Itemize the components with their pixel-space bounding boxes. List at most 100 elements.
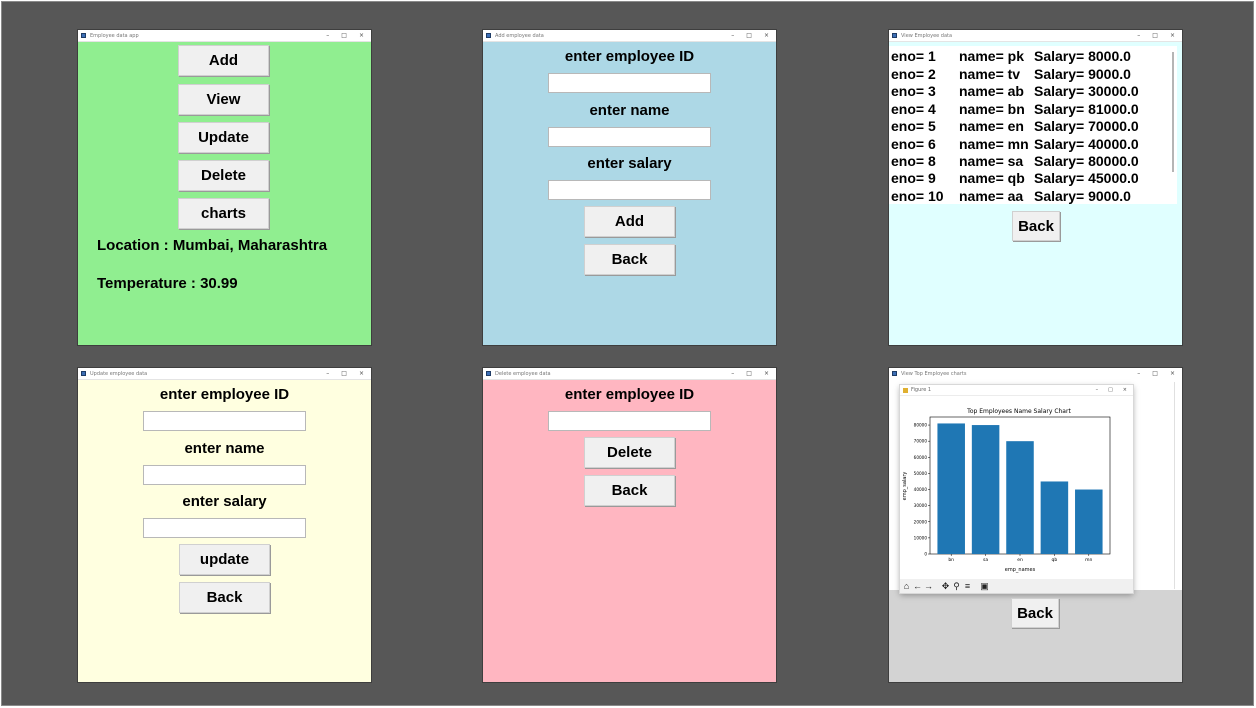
view-button[interactable]: View — [178, 84, 269, 115]
close-icon[interactable]: × — [1170, 370, 1175, 377]
name-label: enter name — [589, 102, 670, 119]
back-button[interactable]: Back — [584, 244, 675, 275]
y-tick-label: 80000 — [914, 423, 928, 428]
employee-list[interactable]: eno= 1 name= pk Salary= 8000.0 eno= 2 name=… — [889, 46, 1177, 204]
save-icon[interactable]: ▣ — [980, 581, 989, 591]
x-tick-label: en — [1017, 558, 1023, 563]
y-tick-label: 0 — [924, 552, 927, 557]
name-cell: name= tv — [959, 66, 1021, 82]
name-cell: name= bn — [959, 101, 1025, 117]
close-icon[interactable]: × — [764, 370, 769, 377]
add-button[interactable]: Add — [178, 45, 269, 76]
name-cell: name= en — [959, 118, 1024, 134]
chart-title: Top Employees Name Salary Chart — [966, 408, 1071, 415]
canvas-scrollbar[interactable] — [1174, 382, 1180, 589]
eno-cell: eno= 9 — [891, 170, 936, 186]
salary-cell: Salary= 9000.0 — [1034, 66, 1131, 82]
delete-button[interactable]: Delete — [584, 437, 675, 468]
back-button[interactable]: Back — [584, 475, 675, 506]
minimize-icon[interactable]: – — [731, 370, 734, 377]
employee-id-label: enter employee ID — [159, 386, 290, 403]
name-cell: name= sa — [959, 153, 1024, 169]
close-icon[interactable]: × — [1170, 32, 1175, 39]
window-title: Add employee data — [495, 32, 544, 39]
y-tick-label: 10000 — [914, 535, 928, 540]
name-cell: name= aa — [959, 188, 1024, 204]
minimize-icon[interactable]: – — [1096, 387, 1099, 393]
minimize-icon[interactable]: – — [1137, 370, 1140, 377]
salary-label: enter salary — [587, 155, 672, 172]
view-employee-window: View Employee data – □ × eno= 1 name= pk S… — [889, 30, 1182, 345]
update-employee-window: Update employee data – □ × enter employe… — [78, 368, 371, 682]
name-input[interactable] — [548, 127, 711, 147]
forward-arrow-icon[interactable]: → — [924, 581, 933, 591]
eno-cell: eno= 3 — [891, 83, 936, 99]
main-app-window: Employee data app – □ × Add View Update … — [78, 30, 371, 345]
back-button[interactable]: Back — [179, 582, 270, 613]
close-icon[interactable]: × — [1123, 387, 1127, 393]
name-cell: name= ab — [959, 83, 1024, 99]
name-cell: name= mn — [959, 136, 1029, 152]
figure-toolbar: ⌂ ← → ✥ ⚲ ≡ ▣ — [900, 579, 1133, 593]
minimize-icon[interactable]: – — [731, 32, 734, 39]
back-button[interactable]: Back — [1011, 598, 1059, 628]
employee-id-input[interactable] — [548, 73, 711, 93]
name-cell: name= qb — [959, 170, 1025, 186]
configure-icon[interactable]: ≡ — [963, 581, 972, 591]
x-tick-label: qb — [1052, 557, 1058, 563]
list-scrollbar[interactable] — [1172, 52, 1174, 172]
employee-id-input[interactable] — [143, 411, 306, 431]
maximize-icon[interactable]: □ — [341, 370, 347, 377]
figure-title: Figure 1 — [911, 387, 932, 393]
charts-button[interactable]: charts — [178, 198, 269, 229]
maximize-icon[interactable]: □ — [341, 32, 347, 39]
minimize-icon[interactable]: – — [326, 370, 329, 377]
close-icon[interactable]: × — [359, 370, 364, 377]
salary-cell: Salary= 9000.0 — [1034, 188, 1131, 204]
add-button[interactable]: Add — [584, 206, 675, 237]
name-cell: name= pk — [959, 48, 1024, 64]
delete-button[interactable]: Delete — [178, 160, 269, 191]
bar-mn — [1075, 489, 1103, 554]
minimize-icon[interactable]: – — [326, 32, 329, 39]
window-title: Delete employee data — [495, 370, 551, 377]
maximize-icon[interactable]: □ — [1152, 32, 1158, 39]
salary-input[interactable] — [548, 180, 711, 200]
salary-cell: Salary= 8000.0 — [1034, 48, 1131, 64]
back-button[interactable]: Back — [1012, 211, 1060, 241]
location-label: Location : Mumbai, Maharashtra — [97, 237, 328, 254]
minimize-icon[interactable]: – — [1137, 32, 1140, 39]
temperature-label: Temperature : 30.99 — [97, 275, 238, 292]
window-title: Employee data app — [90, 32, 139, 39]
y-tick-label: 30000 — [914, 503, 928, 508]
zoom-icon[interactable]: ⚲ — [952, 581, 961, 591]
maximize-icon[interactable]: □ — [746, 32, 752, 39]
salary-input[interactable] — [143, 518, 306, 538]
maximize-icon[interactable]: □ — [1152, 370, 1158, 377]
eno-cell: eno= 4 — [891, 101, 936, 117]
salary-cell: Salary= 45000.0 — [1034, 170, 1139, 186]
window-title: View Top Employee charts — [901, 370, 967, 377]
eno-cell: eno= 6 — [891, 136, 936, 152]
employee-id-input[interactable] — [548, 411, 711, 431]
salary-label: enter salary — [182, 493, 267, 510]
home-icon[interactable]: ⌂ — [902, 581, 911, 591]
bar-chart: Top Employees Name Salary Chart 0 10000 20… — [902, 408, 1111, 573]
update-button[interactable]: Update — [178, 122, 269, 153]
maximize-icon[interactable]: □ — [1108, 387, 1113, 393]
bar-qb — [1040, 481, 1069, 554]
bar-bn — [937, 423, 965, 554]
name-input[interactable] — [143, 465, 306, 485]
y-axis-label: emp_salary — [902, 472, 908, 501]
close-icon[interactable]: × — [359, 32, 364, 39]
x-axis-label: emp_names — [1005, 567, 1036, 573]
matplotlib-icon — [903, 387, 908, 393]
delete-employee-window: Delete employee data – □ × enter employe… — [483, 368, 776, 682]
pan-icon[interactable]: ✥ — [941, 581, 950, 591]
y-tick-label: 60000 — [914, 455, 928, 460]
back-arrow-icon[interactable]: ← — [913, 581, 922, 591]
close-icon[interactable]: × — [764, 32, 769, 39]
maximize-icon[interactable]: □ — [746, 370, 752, 377]
update-button[interactable]: update — [179, 544, 270, 575]
bar-sa — [971, 425, 1000, 554]
